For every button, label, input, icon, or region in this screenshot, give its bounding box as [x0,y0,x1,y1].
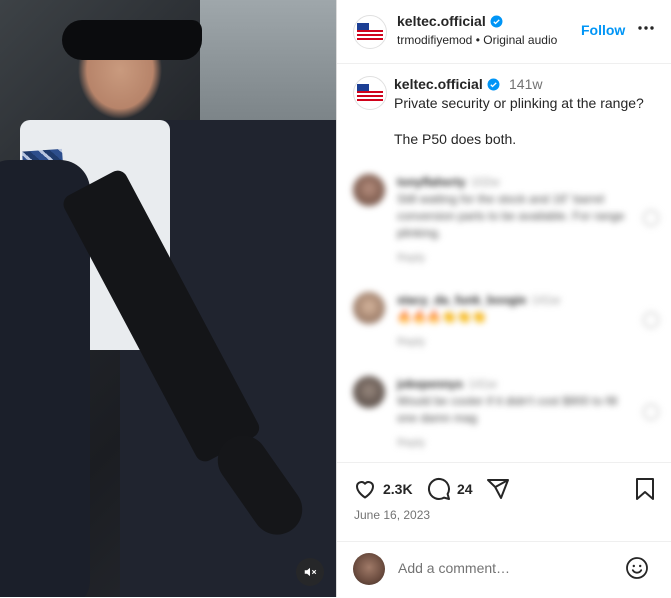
verified-badge-icon [487,78,500,91]
post-header: keltec.official trmodifiyemod • Original… [337,0,671,64]
more-icon[interactable] [637,24,655,32]
comment-icon[interactable] [427,477,451,501]
bookmark-icon[interactable] [634,477,656,501]
reply-button[interactable]: Reply [397,250,627,267]
viewer-avatar [353,553,385,585]
audio-user[interactable]: trmodifiyemod [397,33,472,47]
comment-like-icon[interactable] [643,404,659,420]
save-action [634,477,656,501]
comment-like-icon[interactable] [643,210,659,226]
add-comment-input[interactable]: Add a comment… [398,560,510,576]
comment-like-icon[interactable] [643,312,659,328]
author-avatar[interactable] [353,15,387,49]
heart-icon[interactable] [353,477,377,501]
comment-username[interactable]: tonyflaherty [397,175,466,189]
caption-username[interactable]: keltec.official [394,76,500,92]
comment-avatar[interactable] [353,376,385,408]
comment-text: 🔥🔥🔥👏👏👏 [397,310,487,324]
comment-time: 141w [531,293,561,307]
audio-label[interactable]: Original audio [483,33,557,47]
like-count[interactable]: 2.3K [383,481,413,497]
comment-body: jokepennys 141w Would be cooler if it did… [397,376,627,452]
follow-button[interactable]: Follow [581,22,625,38]
caption-username-text[interactable]: keltec.official [394,76,483,92]
post-media[interactable] [0,0,336,597]
comment-text: Would be cooler if it didn't cost $900 t… [397,394,618,425]
author-username[interactable]: keltec.official [397,13,503,29]
mute-icon [304,567,317,577]
author-subline: trmodifiyemod • Original audio [397,33,557,47]
comment-body: stacy_da_funk_boogie 141w 🔥🔥🔥👏👏👏 Reply [397,292,627,351]
share-icon[interactable] [486,477,510,501]
mute-button[interactable] [296,558,324,586]
caption-avatar[interactable] [353,76,387,110]
author-username-text[interactable]: keltec.official [397,13,486,29]
keltec-logo-icon [357,84,383,102]
post-date[interactable]: June 16, 2023 [354,508,430,522]
comment-count[interactable]: 24 [457,481,473,497]
like-action: 2.3K [353,477,413,501]
emoji-icon[interactable] [625,556,649,580]
sub-separator: • [475,33,480,47]
comment-body: tonyflaherty 102w Still waiting for the s… [397,174,627,267]
comment-avatar[interactable] [353,292,385,324]
comment-username[interactable]: stacy_da_funk_boogie [397,293,526,307]
post-actions: 2.3K 24 June 16, 2023 [337,462,671,543]
post-panel: keltec.official trmodifiyemod • Original… [336,0,671,597]
keltec-logo-icon [357,23,383,41]
comment-avatar[interactable] [353,174,385,206]
media-sunglasses [62,20,202,60]
comment-action: 24 [427,477,473,501]
comment-time: 141w [468,377,497,391]
comment-username[interactable]: jokepennys [397,377,463,391]
caption-time[interactable]: 141w [509,76,542,92]
comment-text: Still waiting for the stock and 16" barr… [397,192,625,240]
comment-time: 102w [470,175,500,189]
reply-button[interactable]: Reply [397,334,627,351]
verified-badge-icon [490,15,503,28]
share-action [486,477,510,501]
add-comment-bar: Add a comment… [337,541,671,598]
caption-text: Private security or plinking at the rang… [394,95,644,147]
reply-button[interactable]: Reply [397,435,627,452]
